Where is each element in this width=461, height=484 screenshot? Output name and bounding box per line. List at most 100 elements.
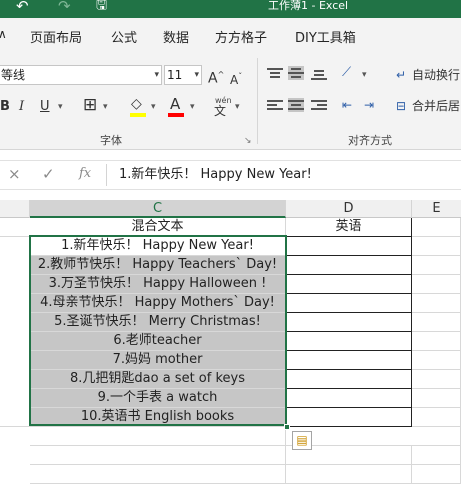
cell-d[interactable] [286, 370, 412, 389]
table-row[interactable]: 1.新年快乐！ Happy New Year! [30, 237, 286, 256]
row-header-divider [0, 426, 30, 427]
wrap-text-button[interactable]: 自动换行 [412, 66, 460, 84]
cell-d[interactable] [286, 465, 412, 484]
column-header-e[interactable]: E [412, 200, 461, 218]
paste-options-icon[interactable]: ▤ [292, 431, 312, 450]
table-row[interactable]: 6.老师teacher [30, 332, 286, 351]
fill-color-swatch [130, 113, 146, 117]
select-all-corner[interactable] [0, 200, 30, 218]
cell-e[interactable] [412, 408, 461, 427]
window-title: 工作薄1 - Excel [268, 0, 349, 12]
cancel-icon[interactable]: × [8, 165, 21, 183]
cell-e[interactable] [412, 389, 461, 408]
worksheet-grid[interactable]: 混合文本 英语 1.新年快乐！ Happy New Year! 2.教师节快乐！… [0, 218, 461, 484]
align-top-icon[interactable] [267, 66, 283, 80]
group-divider [257, 58, 258, 144]
column-header-d[interactable]: D [286, 200, 412, 218]
chevron-down-icon[interactable]: ▾ [362, 66, 367, 84]
fill-color-icon[interactable]: ◇ [131, 95, 142, 113]
cell-e[interactable] [412, 294, 461, 313]
cell-e[interactable] [412, 237, 461, 256]
column-headers: C D E [0, 200, 461, 218]
save-icon[interactable]: 🖫 [96, 0, 107, 15]
increase-indent-icon[interactable]: ⇥ [364, 96, 374, 114]
formula-bar: × ✓ fx 1.新年快乐！ Happy New Year! [0, 150, 461, 200]
cell-c[interactable] [30, 465, 286, 484]
cell-e[interactable] [412, 275, 461, 294]
table-row[interactable]: 2.教师节快乐！ Happy Teachers` Day! [30, 256, 286, 275]
row-header-divider [0, 236, 30, 237]
cell-d-header[interactable]: 英语 [286, 218, 412, 237]
cell-d[interactable] [286, 408, 412, 427]
table-row[interactable]: 7.妈妈 mother [30, 351, 286, 370]
cell-e[interactable] [412, 446, 461, 465]
table-row[interactable]: 3.万圣节快乐！ Happy Halloween ! [30, 275, 286, 294]
chevron-down-icon[interactable]: ▾ [103, 98, 108, 116]
shrink-font-button[interactable]: Aˇ [230, 68, 242, 89]
cell-e[interactable] [412, 332, 461, 351]
table-row[interactable]: 5.圣诞节快乐！ Merry Christmas! [30, 313, 286, 332]
chevron-down-icon[interactable]: ▾ [58, 98, 63, 116]
tab-page-layout[interactable]: 页面布局 [30, 27, 82, 46]
tab-fangfang[interactable]: 方方格子 [215, 27, 267, 46]
chevron-down-icon[interactable]: ▾ [151, 98, 156, 116]
alignment-group-label: 对齐方式 [348, 134, 392, 147]
merge-center-button[interactable]: 合并后居 [412, 97, 460, 115]
table-row[interactable]: 8.几把钥匙dao a set of keys [30, 370, 286, 389]
underline-button[interactable]: U [40, 98, 50, 116]
cell-d[interactable] [286, 294, 412, 313]
redo-icon[interactable]: ↷ [58, 0, 71, 15]
font-color-button[interactable]: A [170, 95, 180, 113]
cell-e[interactable] [412, 256, 461, 275]
table-row[interactable]: 4.母亲节快乐！ Happy Mothers` Day! [30, 294, 286, 313]
cell-d[interactable] [286, 389, 412, 408]
cell-d[interactable] [286, 275, 412, 294]
align-center-icon[interactable] [288, 98, 304, 112]
cell-c[interactable] [30, 427, 286, 446]
cell-d[interactable] [286, 332, 412, 351]
align-bottom-icon[interactable] [311, 66, 327, 80]
table-row[interactable]: 10.英语书 English books [30, 408, 286, 427]
enter-icon[interactable]: ✓ [42, 165, 55, 183]
column-header-c[interactable]: C [30, 200, 286, 218]
bold-button[interactable]: B [0, 98, 10, 116]
wrap-text-icon[interactable]: ↵ [396, 66, 406, 84]
cell-c-header[interactable]: 混合文本 [30, 218, 286, 237]
insert-function-icon[interactable]: fx [79, 166, 91, 181]
merge-center-icon[interactable]: ⊟ [396, 97, 406, 115]
tab-formulas[interactable]: 公式 [111, 27, 137, 46]
align-right-icon[interactable] [311, 98, 327, 112]
font-name-select[interactable]: 等线 ▾ [0, 65, 162, 85]
italic-button[interactable]: I [19, 98, 24, 116]
cell-d[interactable] [286, 237, 412, 256]
undo-icon[interactable]: ↶ [16, 0, 29, 15]
cell-d[interactable] [286, 313, 412, 332]
cell-c[interactable] [30, 446, 286, 465]
cell-e[interactable] [412, 465, 461, 484]
tab-diy-toolbox[interactable]: DIY工具箱 [295, 27, 356, 46]
table-row[interactable]: 9.一个手表 a watch [30, 389, 286, 408]
chevron-down-icon[interactable]: ▾ [235, 98, 240, 116]
cell-e[interactable] [412, 351, 461, 370]
fill-handle[interactable] [284, 424, 290, 430]
cell-d[interactable] [286, 256, 412, 275]
font-size-select[interactable]: 11 ▾ [164, 65, 202, 85]
cell-e[interactable] [412, 370, 461, 389]
grow-font-button[interactable]: A^ [208, 66, 224, 88]
orientation-icon[interactable]: ⟋ [342, 64, 351, 82]
font-name-value: 等线 [1, 68, 26, 82]
chevron-down-icon[interactable]: ▾ [190, 98, 195, 116]
align-middle-icon[interactable] [288, 66, 304, 80]
cell-e[interactable] [412, 218, 461, 237]
formula-input[interactable]: 1.新年快乐！ Happy New Year! [106, 164, 461, 186]
cell-d[interactable] [286, 351, 412, 370]
decrease-indent-icon[interactable]: ⇤ [342, 96, 352, 114]
cell-d[interactable] [286, 427, 461, 446]
align-left-icon[interactable] [267, 98, 283, 112]
dialog-launcher-icon[interactable]: ↘ [244, 132, 252, 150]
tab-data[interactable]: 数据 [163, 27, 189, 46]
borders-icon[interactable]: ⊞ [83, 96, 97, 114]
cell-e[interactable] [412, 313, 461, 332]
tab-partial[interactable]: ∧ [0, 27, 7, 41]
chevron-down-icon: ▾ [194, 70, 199, 80]
